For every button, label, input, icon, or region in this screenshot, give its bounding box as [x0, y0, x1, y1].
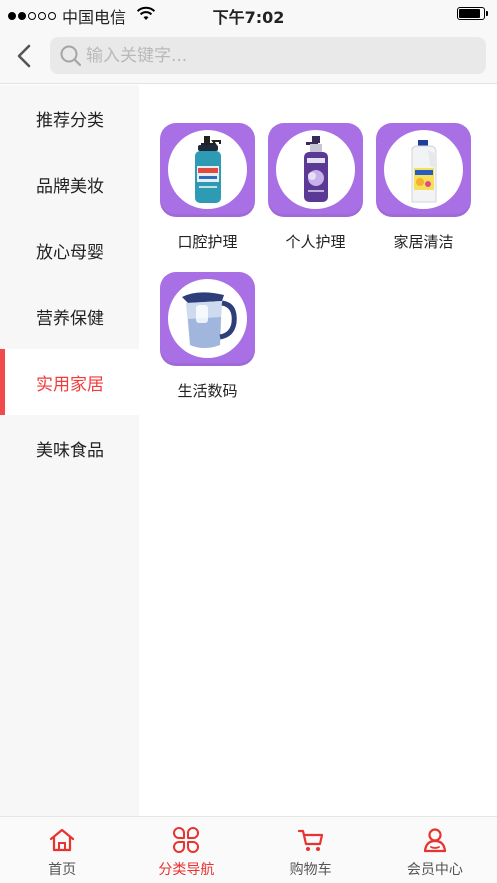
search-input[interactable] — [86, 37, 476, 74]
battery-icon — [457, 7, 488, 20]
category-icon — [173, 827, 200, 853]
search-icon — [60, 45, 82, 67]
sidebar-item-baby[interactable]: 放心母婴 — [0, 217, 139, 283]
tab-label: 会员中心 — [406, 862, 463, 878]
water-pitcher-image — [182, 292, 237, 348]
bottom-tab-bar: 首页 分类导航 购物车 会员中心 — [0, 816, 497, 883]
detergent-bottle-image — [411, 140, 437, 203]
sidebar-item-recommended[interactable]: 推荐分类 — [0, 85, 139, 151]
category-grid: 口腔护理 个人护理 家居清洁 生活数码 — [160, 123, 490, 401]
header-bar — [0, 28, 497, 84]
category-oral-care[interactable]: 口腔护理 — [160, 123, 255, 252]
user-icon — [423, 828, 446, 853]
tab-label: 购物车 — [289, 862, 332, 878]
category-label: 个人护理 — [285, 233, 346, 251]
toothpaste-product-image — [195, 136, 221, 203]
tab-member[interactable]: 会员中心 — [373, 817, 497, 883]
sidebar-item-home[interactable]: 实用家居 — [0, 349, 139, 415]
category-tile — [160, 123, 255, 217]
category-tile — [376, 123, 471, 217]
sidebar-item-label: 实用家居 — [36, 374, 104, 395]
category-label: 生活数码 — [177, 382, 238, 400]
sidebar-item-label: 美味食品 — [36, 440, 104, 461]
category-digital-life[interactable]: 生活数码 — [160, 272, 255, 401]
category-personal-care[interactable]: 个人护理 — [268, 123, 363, 252]
tab-label: 分类导航 — [158, 862, 215, 878]
tab-category[interactable]: 分类导航 — [124, 817, 248, 883]
category-sidebar: 推荐分类 品牌美妆 放心母婴 营养保健 实用家居 美味食品 — [0, 85, 139, 816]
cart-icon — [297, 829, 323, 851]
sidebar-item-label: 推荐分类 — [36, 110, 104, 131]
tab-cart[interactable]: 购物车 — [249, 817, 373, 883]
tab-label: 首页 — [48, 862, 77, 878]
sidebar-item-label: 放心母婴 — [36, 242, 104, 263]
sidebar-item-health[interactable]: 营养保健 — [0, 283, 139, 349]
status-bar: 中国电信 下午7:02 — [0, 0, 497, 28]
body-wash-product-image — [304, 136, 328, 202]
category-content: 口腔护理 个人护理 家居清洁 生活数码 — [139, 85, 497, 816]
category-home-cleaning[interactable]: 家居清洁 — [376, 123, 471, 252]
category-label: 家居清洁 — [393, 233, 454, 251]
back-button[interactable] — [10, 40, 40, 72]
chevron-left-icon — [17, 44, 31, 68]
category-tile — [268, 123, 363, 217]
home-icon — [50, 828, 75, 852]
category-label: 口腔护理 — [177, 233, 238, 251]
sidebar-item-label: 营养保健 — [36, 308, 104, 329]
status-time: 下午7:02 — [212, 8, 285, 27]
sidebar-item-food[interactable]: 美味食品 — [0, 415, 139, 481]
sidebar-item-label: 品牌美妆 — [36, 176, 104, 197]
search-box[interactable] — [50, 37, 486, 74]
tab-home[interactable]: 首页 — [0, 817, 124, 883]
sidebar-item-beauty[interactable]: 品牌美妆 — [0, 151, 139, 217]
category-tile — [160, 272, 255, 366]
